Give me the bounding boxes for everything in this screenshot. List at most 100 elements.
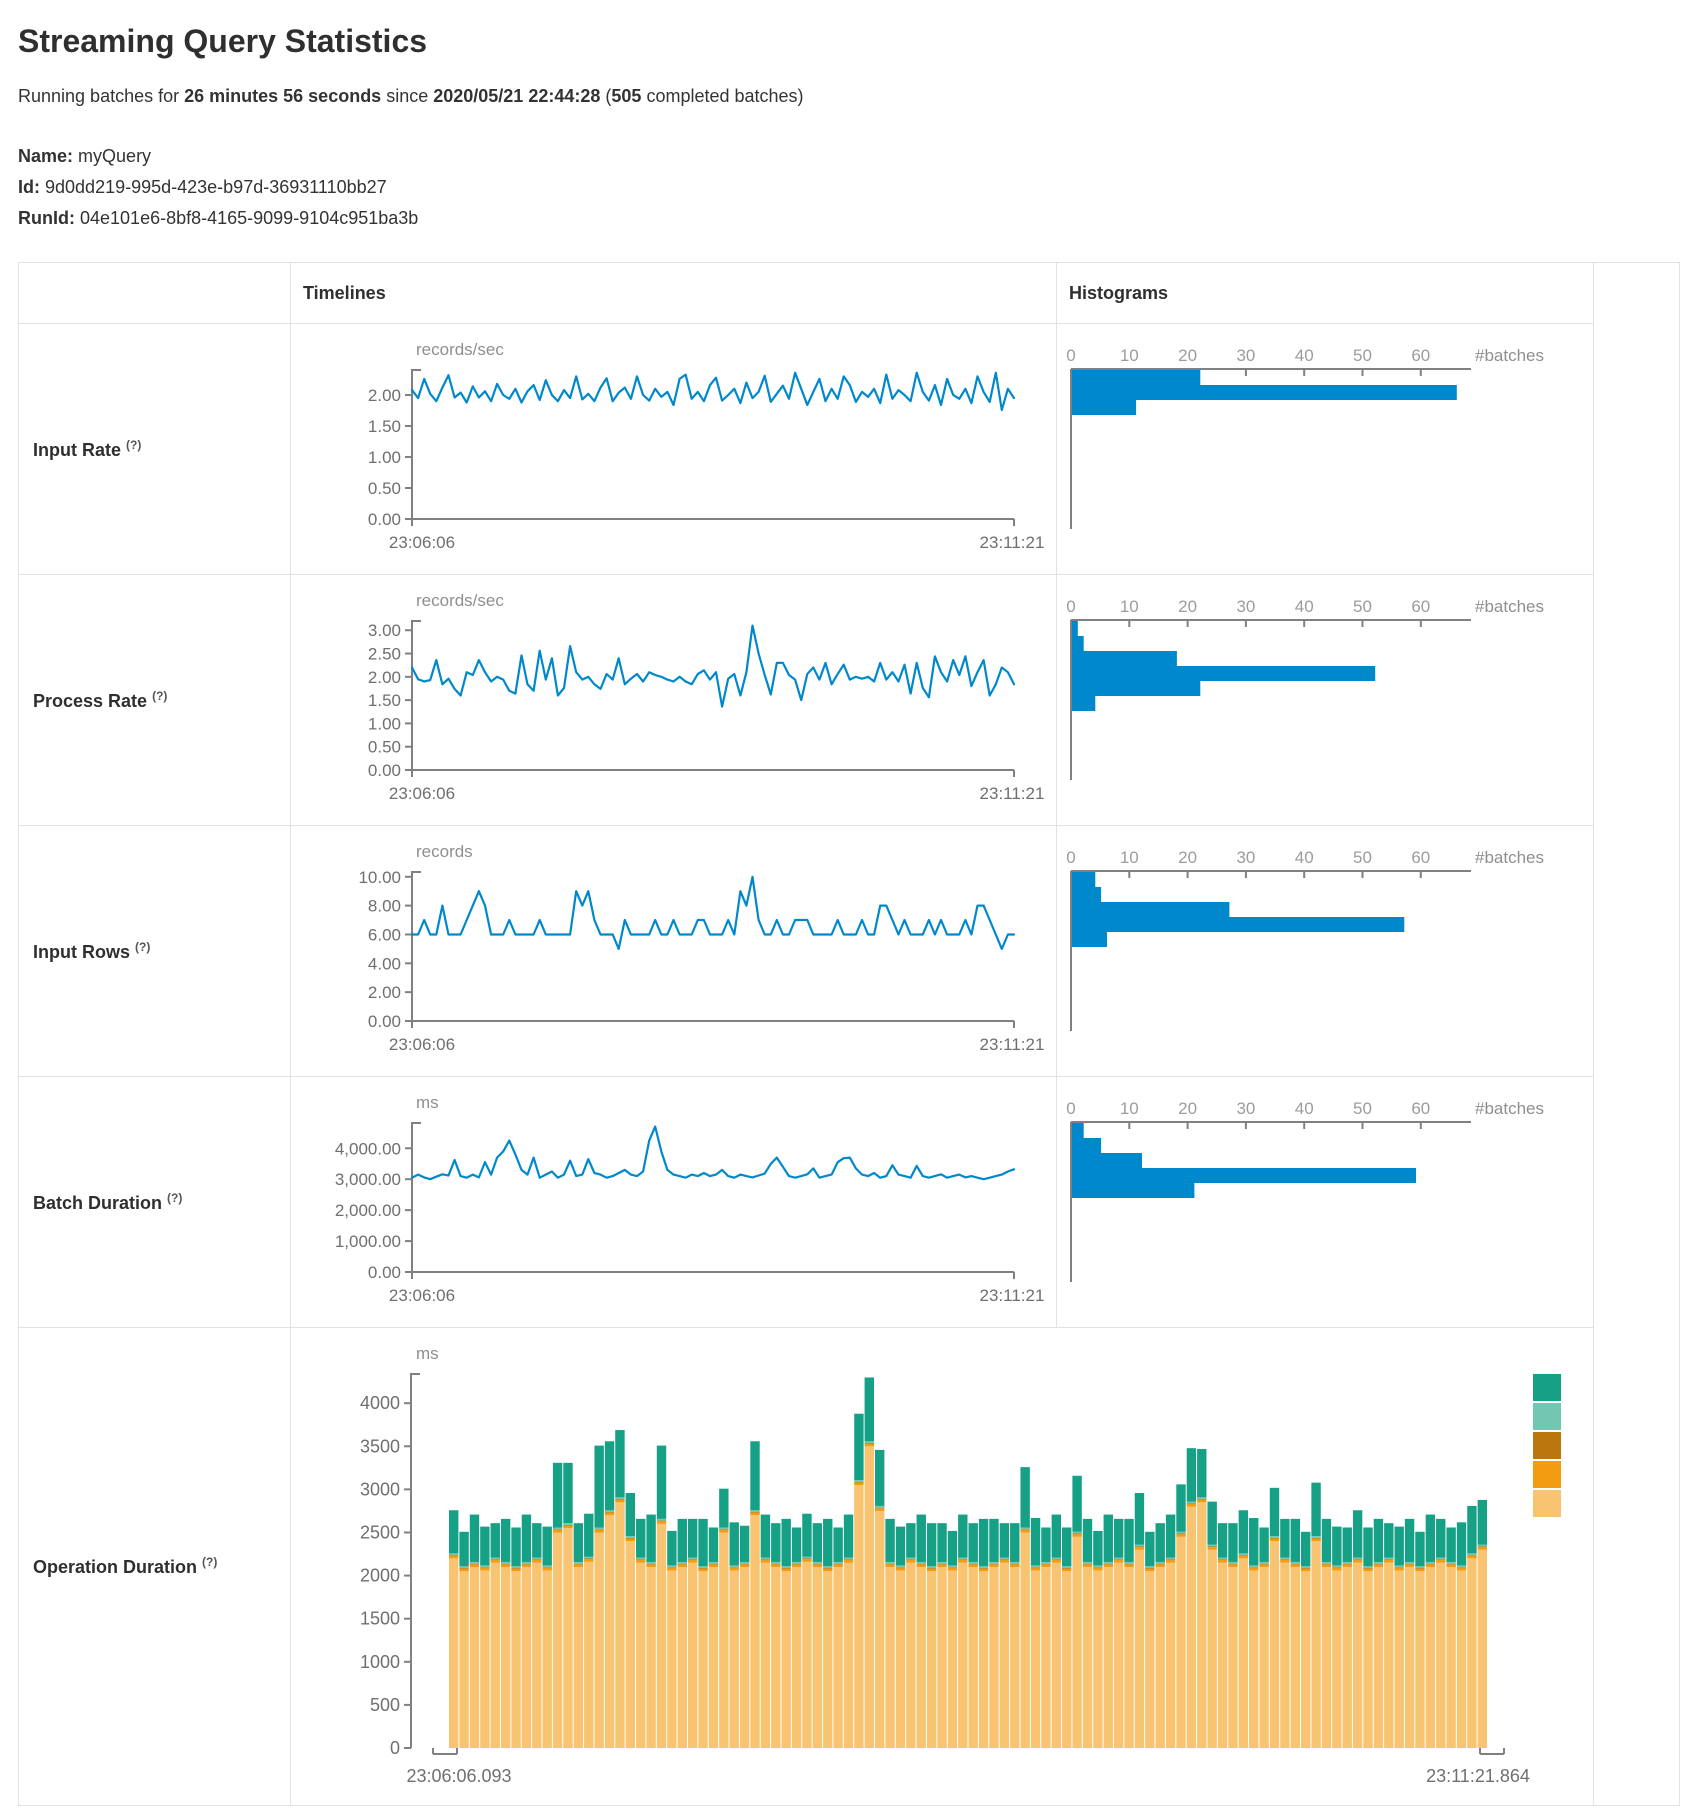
svg-text:0.50: 0.50 — [368, 479, 401, 498]
svg-text:0: 0 — [390, 1738, 400, 1758]
operation-duration-tooltip-icon[interactable]: (?) — [202, 1555, 217, 1569]
process-rate-label: Process Rate — [33, 691, 147, 711]
svg-text:10.00: 10.00 — [358, 868, 401, 887]
svg-text:#batches: #batches — [1475, 346, 1544, 365]
svg-text:23:06:06: 23:06:06 — [389, 1035, 455, 1054]
svg-text:3000: 3000 — [360, 1480, 400, 1500]
operation-duration-label-cell: Operation Duration (?) — [19, 1328, 291, 1806]
operation-duration-row: Operation Duration (?) ms400035003000250… — [19, 1328, 1680, 1806]
query-metadata: Name: myQuery Id: 9d0dd219-995d-423e-b97… — [18, 141, 1693, 234]
svg-text:20: 20 — [1178, 597, 1197, 616]
input-rate-timeline-chart: records/sec2.001.501.000.500.0023:06:062… — [291, 324, 1056, 574]
svg-text:1.50: 1.50 — [368, 692, 401, 711]
legend-swatch-2 — [1533, 1403, 1561, 1430]
svg-text:60: 60 — [1411, 597, 1430, 616]
svg-text:#batches: #batches — [1475, 848, 1544, 867]
input-rate-histogram-cell: 0102030405060#batches — [1057, 324, 1594, 575]
svg-text:23:06:06: 23:06:06 — [389, 533, 455, 552]
page-title: Streaming Query Statistics — [18, 22, 1693, 60]
svg-text:2.00: 2.00 — [368, 984, 401, 1003]
summary-suffix: completed batches) — [641, 86, 803, 106]
batch-duration-histogram-chart: 0102030405060#batches — [1057, 1077, 1593, 1327]
svg-text:0.00: 0.00 — [368, 1012, 401, 1031]
svg-text:ms: ms — [416, 1093, 439, 1112]
batch-duration-tooltip-icon[interactable]: (?) — [167, 1191, 182, 1205]
process-rate-tooltip-icon[interactable]: (?) — [152, 689, 167, 703]
header-spacer-cell — [1594, 263, 1680, 324]
svg-text:0.00: 0.00 — [368, 761, 401, 780]
query-runid-label: RunId: — [18, 208, 75, 228]
svg-text:6.00: 6.00 — [368, 926, 401, 945]
svg-text:60: 60 — [1411, 848, 1430, 867]
input-rate-tooltip-icon[interactable]: (?) — [126, 438, 141, 452]
streaming-query-statistics-page: Streaming Query Statistics Running batch… — [0, 0, 1693, 1806]
operation-duration-legend — [1533, 1374, 1561, 1519]
spacer-cell — [1594, 324, 1680, 575]
svg-text:23:11:21: 23:11:21 — [980, 1286, 1045, 1305]
operation-duration-chart: ms4000350030002500200015001000500023:06:… — [291, 1328, 1592, 1805]
svg-text:records/sec: records/sec — [416, 591, 504, 610]
svg-text:30: 30 — [1236, 597, 1255, 616]
svg-text:50: 50 — [1353, 1099, 1372, 1118]
svg-text:23:06:06: 23:06:06 — [389, 784, 455, 803]
query-id-value: 9d0dd219-995d-423e-b97d-36931110bb27 — [45, 177, 387, 197]
input-rate-timeline-cell: records/sec2.001.501.000.500.0023:06:062… — [291, 324, 1057, 575]
summary-prefix: Running batches for — [18, 86, 184, 106]
summary-since: since — [381, 86, 433, 106]
svg-text:0: 0 — [1066, 346, 1075, 365]
svg-text:1.00: 1.00 — [368, 715, 401, 734]
svg-text:20: 20 — [1178, 1099, 1197, 1118]
batch-duration-timeline-chart: ms4,000.003,000.002,000.001,000.000.0023… — [291, 1077, 1056, 1327]
process-rate-timeline-chart: records/sec3.002.502.001.501.000.500.002… — [291, 575, 1056, 825]
input-rate-label: Input Rate — [33, 440, 121, 460]
batch-duration-row: Batch Duration (?) ms4,000.003,000.002,0… — [19, 1077, 1680, 1328]
svg-text:2.00: 2.00 — [368, 668, 401, 687]
input-rows-histogram-chart: 0102030405060#batches — [1057, 826, 1593, 1076]
query-id-line: Id: 9d0dd219-995d-423e-b97d-36931110bb27 — [18, 172, 1693, 203]
svg-text:23:11:21: 23:11:21 — [980, 533, 1045, 552]
completed-batch-count: 505 — [611, 86, 641, 106]
input-rate-label-cell: Input Rate (?) — [19, 324, 291, 575]
svg-text:2.50: 2.50 — [368, 645, 401, 664]
process-rate-histogram-cell: 0102030405060#batches — [1057, 575, 1594, 826]
svg-text:2.00: 2.00 — [368, 386, 401, 405]
svg-text:23:11:21.864: 23:11:21.864 — [1426, 1766, 1530, 1786]
input-rate-histogram-chart: 0102030405060#batches — [1057, 324, 1593, 574]
svg-text:records: records — [416, 842, 473, 861]
svg-text:2,000.00: 2,000.00 — [335, 1202, 401, 1221]
svg-text:10: 10 — [1120, 346, 1139, 365]
svg-text:10: 10 — [1120, 848, 1139, 867]
svg-text:0: 0 — [1066, 848, 1075, 867]
svg-text:0.50: 0.50 — [368, 738, 401, 757]
process-rate-label-cell: Process Rate (?) — [19, 575, 291, 826]
svg-text:50: 50 — [1353, 848, 1372, 867]
svg-text:10: 10 — [1120, 597, 1139, 616]
svg-text:30: 30 — [1236, 1099, 1255, 1118]
spacer-cell — [1594, 1077, 1680, 1328]
spacer-cell — [1594, 575, 1680, 826]
svg-text:2500: 2500 — [360, 1523, 400, 1543]
svg-text:1,000.00: 1,000.00 — [335, 1232, 401, 1251]
input-rows-timeline-cell: records10.008.006.004.002.000.0023:06:06… — [291, 826, 1057, 1077]
svg-text:0: 0 — [1066, 1099, 1075, 1118]
query-runid-line: RunId: 04e101e6-8bf8-4165-9099-9104c951b… — [18, 203, 1693, 234]
svg-text:1.00: 1.00 — [368, 448, 401, 467]
svg-text:50: 50 — [1353, 597, 1372, 616]
legend-swatch-4 — [1533, 1461, 1561, 1488]
svg-text:23:06:06.093: 23:06:06.093 — [406, 1766, 511, 1786]
process-rate-row: Process Rate (?) records/sec3.002.502.00… — [19, 575, 1680, 826]
svg-text:30: 30 — [1236, 848, 1255, 867]
svg-text:3500: 3500 — [360, 1437, 400, 1457]
input-rate-row: Input Rate (?) records/sec2.001.501.000.… — [19, 324, 1680, 575]
input-rows-row: Input Rows (?) records10.008.006.004.002… — [19, 826, 1680, 1077]
legend-swatch-5 — [1533, 1490, 1561, 1517]
svg-text:#batches: #batches — [1475, 597, 1544, 616]
svg-text:0.00: 0.00 — [368, 510, 401, 529]
input-rows-tooltip-icon[interactable]: (?) — [135, 940, 150, 954]
process-rate-histogram-chart: 0102030405060#batches — [1057, 575, 1593, 825]
svg-text:3,000.00: 3,000.00 — [335, 1171, 401, 1190]
header-histograms: Histograms — [1057, 263, 1594, 324]
svg-text:#batches: #batches — [1475, 1099, 1544, 1118]
svg-text:0.00: 0.00 — [368, 1263, 401, 1282]
svg-text:10: 10 — [1120, 1099, 1139, 1118]
